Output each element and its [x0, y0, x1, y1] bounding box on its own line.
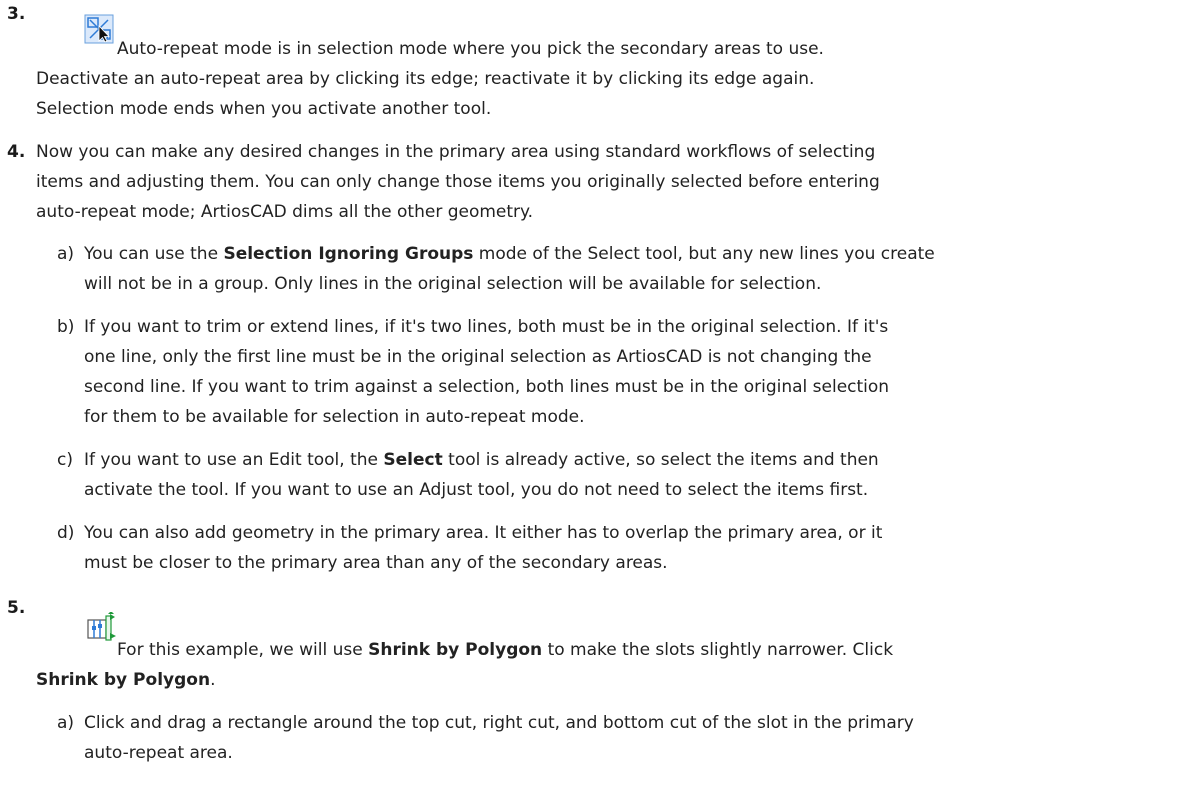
- shrink-by-polygon-icon: [87, 612, 116, 641]
- step-4-line-2: items and adjusting them. You can only c…: [36, 172, 880, 192]
- step-3-number: 3.: [7, 4, 26, 24]
- list-item-line: for them to be available for selection i…: [84, 407, 585, 427]
- list-item-line: will not be in a group. Only lines in th…: [84, 274, 822, 294]
- list-item-line: auto-repeat area.: [84, 743, 233, 763]
- list-item-line: must be closer to the primary area than …: [84, 553, 668, 573]
- step-5-line-1: For this example, we will use Shrink by …: [117, 640, 894, 660]
- list-item-line: Click and drag a rectangle around the to…: [84, 713, 914, 733]
- step-4-number: 4.: [7, 142, 26, 162]
- ui-term: Shrink by Polygon: [36, 670, 211, 690]
- ui-term: Select: [383, 450, 443, 470]
- step-3-line-3: Selection mode ends when you activate an…: [36, 99, 492, 119]
- list-item-line: one line, only the first line must be in…: [84, 347, 872, 367]
- step-4-line-1: Now you can make any desired changes in …: [36, 142, 876, 162]
- step-3-line-2: Deactivate an auto-repeat area by clicki…: [36, 69, 815, 89]
- ui-term: Shrink by Polygon: [368, 640, 543, 660]
- list-item-line: If you want to trim or extend lines, if …: [84, 317, 889, 337]
- auto-repeat-select-icon: [84, 14, 114, 44]
- list-item-line: You can use the Selection Ignoring Group…: [84, 244, 935, 264]
- list-item-letter: a): [57, 244, 75, 264]
- list-item-line: If you want to use an Edit tool, the Sel…: [84, 450, 879, 470]
- list-item-line: activate the tool. If you want to use an…: [84, 480, 869, 500]
- list-item-letter: b): [57, 317, 75, 337]
- list-item-line: second line. If you want to trim against…: [84, 377, 890, 397]
- list-item-line: You can also add geometry in the primary…: [84, 523, 883, 543]
- step-5-line-2: Shrink by Polygon.: [36, 670, 216, 690]
- document-page: 3. Auto-repeat mode is in selection mode…: [0, 0, 1195, 809]
- list-item-letter: d): [57, 523, 75, 543]
- list-item-letter: c): [57, 450, 73, 470]
- step-5-number: 5.: [7, 598, 26, 618]
- step-4-line-3: auto-repeat mode; ArtiosCAD dims all the…: [36, 202, 534, 222]
- ui-term: Selection Ignoring Groups: [223, 244, 474, 264]
- step-3-line-1: Auto-repeat mode is in selection mode wh…: [117, 39, 824, 59]
- list-item-letter: a): [57, 713, 75, 733]
